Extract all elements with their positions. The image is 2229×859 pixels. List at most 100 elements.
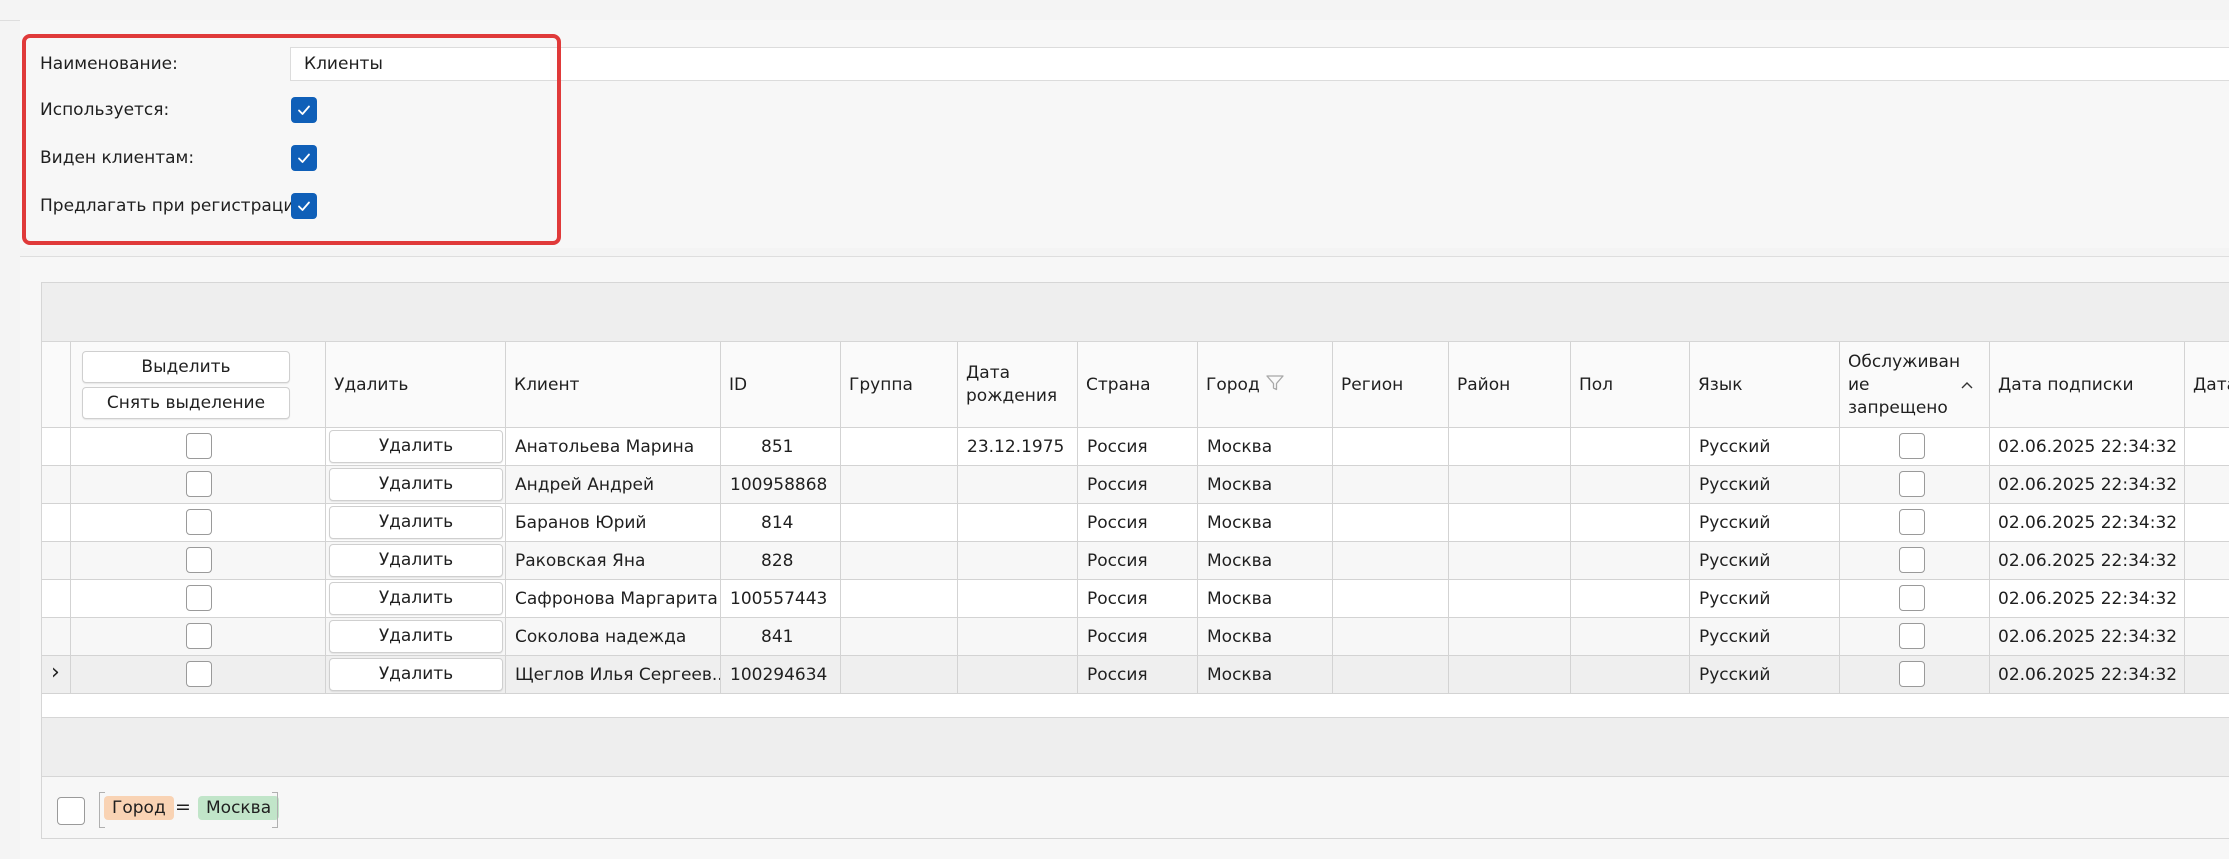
cell-gender — [1571, 542, 1690, 580]
row-delete-button[interactable]: Удалить — [329, 506, 503, 539]
column-header-id[interactable]: ID — [721, 342, 841, 428]
city-value: Москва — [1207, 513, 1273, 533]
subscription-date-value: 02.06.2025 22:34:32 — [1998, 437, 2178, 457]
row-delete-cell: Удалить — [326, 542, 506, 580]
cell-birth — [958, 580, 1078, 618]
cell-city: Москва — [1198, 504, 1333, 542]
sort-ascending-icon — [1961, 382, 1973, 389]
id-value: 841 — [761, 627, 794, 647]
column-header-language[interactable]: Язык — [1690, 342, 1840, 428]
cell-region — [1333, 504, 1449, 542]
filter-bracket-right — [272, 792, 278, 828]
column-header-gender[interactable]: Пол — [1571, 342, 1690, 428]
id-value: 100557443 — [730, 589, 828, 609]
row-banned-checkbox[interactable] — [1899, 623, 1925, 649]
column-header-client[interactable]: Клиент — [506, 342, 721, 428]
language-value: Русский — [1699, 551, 1771, 571]
cell-birth — [958, 656, 1078, 694]
id-value: 851 — [761, 437, 794, 457]
row-select-checkbox[interactable] — [186, 433, 212, 459]
cell-group — [841, 618, 958, 656]
column-header-next[interactable]: Дата — [2185, 342, 2229, 428]
cell-gender — [1571, 466, 1690, 504]
name-input[interactable]: Клиенты — [290, 47, 2229, 81]
row-banned-cell — [1840, 580, 1990, 618]
cell-group — [841, 428, 958, 466]
filter-field-chip[interactable]: Город — [104, 796, 174, 820]
column-header-region[interactable]: Регион — [1333, 342, 1449, 428]
cell-subscription-date: 02.06.2025 22:34:32 — [1990, 618, 2185, 656]
row-select-checkbox[interactable] — [186, 471, 212, 497]
row-select-checkbox[interactable] — [186, 661, 212, 687]
subscription-date-value: 02.06.2025 22:34:32 — [1998, 475, 2178, 495]
cell-id: 841 — [721, 618, 841, 656]
row-banned-cell — [1840, 504, 1990, 542]
country-value: Россия — [1087, 627, 1148, 647]
row-delete-button[interactable]: Удалить — [329, 658, 503, 691]
row-delete-button[interactable]: Удалить — [329, 430, 503, 463]
cell-city: Москва — [1198, 428, 1333, 466]
column-header-country[interactable]: Страна — [1078, 342, 1198, 428]
column-header-birth[interactable]: Дата рождения — [958, 342, 1078, 428]
row-delete-button[interactable]: Удалить — [329, 620, 503, 653]
cell-birth — [958, 504, 1078, 542]
cell-client: Баранов Юрий — [506, 504, 721, 542]
id-value: 100294634 — [730, 665, 828, 685]
row-select-checkbox[interactable] — [186, 509, 212, 535]
row-select-cell — [71, 542, 326, 580]
cell-client: Сафронова Маргарита — [506, 580, 721, 618]
cell-next-column — [2185, 466, 2229, 504]
column-header-subscription-date[interactable]: Дата подписки — [1990, 342, 2185, 428]
row-select-checkbox[interactable] — [186, 623, 212, 649]
country-value: Россия — [1087, 475, 1148, 495]
cell-next-column — [2185, 618, 2229, 656]
column-header-city[interactable]: Город — [1198, 342, 1333, 428]
row-delete-button[interactable]: Удалить — [329, 468, 503, 501]
cell-language: Русский — [1690, 618, 1840, 656]
cell-region — [1333, 428, 1449, 466]
row-banned-cell — [1840, 656, 1990, 694]
cell-client: Щеглов Илья Сергеев... — [506, 656, 721, 694]
select-all-button[interactable]: Выделить — [82, 351, 290, 383]
country-value: Россия — [1087, 589, 1148, 609]
city-value: Москва — [1207, 627, 1273, 647]
subscription-date-value: 02.06.2025 22:34:32 — [1998, 513, 2178, 533]
column-header-group[interactable]: Группа — [841, 342, 958, 428]
row-banned-checkbox[interactable] — [1899, 471, 1925, 497]
filter-icon[interactable] — [1265, 373, 1285, 393]
client-value: Анатольева Марина — [515, 437, 695, 457]
row-banned-checkbox[interactable] — [1899, 433, 1925, 459]
filter-enable-checkbox[interactable] — [57, 797, 85, 825]
cell-client: Соколова надежда — [506, 618, 721, 656]
row-select-checkbox[interactable] — [186, 585, 212, 611]
cell-city: Москва — [1198, 542, 1333, 580]
cell-birth: 23.12.1975 — [958, 428, 1078, 466]
column-header-district[interactable]: Район — [1449, 342, 1571, 428]
filter-operator[interactable]: = — [175, 796, 191, 818]
row-banned-cell — [1840, 428, 1990, 466]
row-delete-button[interactable]: Удалить — [329, 582, 503, 615]
row-banned-checkbox[interactable] — [1899, 509, 1925, 535]
row-delete-button[interactable]: Удалить — [329, 544, 503, 577]
row-banned-checkbox[interactable] — [1899, 661, 1925, 687]
cell-region — [1333, 466, 1449, 504]
highlight-frame — [22, 34, 561, 245]
city-value: Москва — [1207, 437, 1273, 457]
row-banned-checkbox[interactable] — [1899, 585, 1925, 611]
country-value: Россия — [1087, 551, 1148, 571]
cell-subscription-date: 02.06.2025 22:34:32 — [1990, 428, 2185, 466]
row-select-checkbox[interactable] — [186, 547, 212, 573]
row-indicator — [42, 618, 71, 656]
row-indicator — [42, 428, 71, 466]
cell-district — [1449, 618, 1571, 656]
column-header-delete[interactable]: Удалить — [326, 342, 506, 428]
country-value: Россия — [1087, 513, 1148, 533]
deselect-all-button[interactable]: Снять выделение — [82, 387, 290, 419]
cell-id: 100294634 — [721, 656, 841, 694]
filter-value-chip[interactable]: Москва — [198, 796, 280, 820]
row-banned-checkbox[interactable] — [1899, 547, 1925, 573]
country-value: Россия — [1087, 665, 1148, 685]
cell-language: Русский — [1690, 504, 1840, 542]
column-header-banned[interactable]: Обслуживан ие запрещено — [1840, 342, 1990, 428]
cell-gender — [1571, 618, 1690, 656]
